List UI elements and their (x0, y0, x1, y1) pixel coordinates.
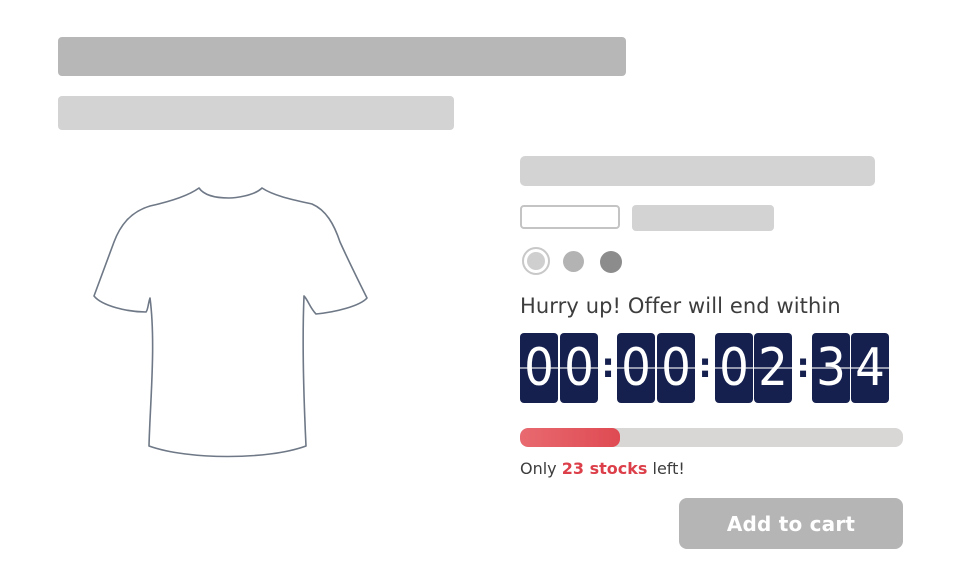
countdown-digit: 0 (657, 333, 695, 403)
product-name-placeholder (520, 156, 875, 186)
countdown-separator: : (796, 346, 810, 386)
countdown-digit: 0 (617, 333, 655, 403)
countdown-digit: 0 (715, 333, 753, 403)
countdown-separator: : (698, 346, 712, 386)
countdown-digit: 4 (851, 333, 889, 403)
product-subtitle-placeholder (58, 96, 454, 130)
countdown-digit: 0 (520, 333, 558, 403)
stock-remaining-text: Only 23 stocks left! (520, 459, 685, 478)
stock-progress-fill (520, 428, 620, 447)
tshirt-outline-icon (93, 187, 368, 458)
color-swatch-light-gray[interactable] (522, 247, 550, 275)
color-swatch-dark-gray[interactable] (600, 251, 622, 273)
add-to-cart-button[interactable]: Add to cart (679, 498, 903, 549)
color-swatch-fill (527, 252, 545, 270)
countdown-digit: 2 (754, 333, 792, 403)
countdown-digit: 3 (812, 333, 850, 403)
offer-heading: Hurry up! Offer will end within (520, 294, 841, 318)
product-page: Hurry up! Offer will end within 0 0 : 0 … (0, 0, 964, 571)
countdown-digit: 0 (560, 333, 598, 403)
color-swatch-gray[interactable] (563, 251, 584, 272)
stock-progress-bar (520, 428, 903, 447)
countdown-separator: : (601, 346, 615, 386)
size-option[interactable] (632, 205, 774, 231)
size-option-selected[interactable] (520, 205, 620, 229)
stock-suffix: left! (652, 459, 685, 478)
product-title-placeholder (58, 37, 626, 76)
stock-count: 23 stocks (561, 459, 648, 478)
stock-prefix: Only (520, 459, 557, 478)
